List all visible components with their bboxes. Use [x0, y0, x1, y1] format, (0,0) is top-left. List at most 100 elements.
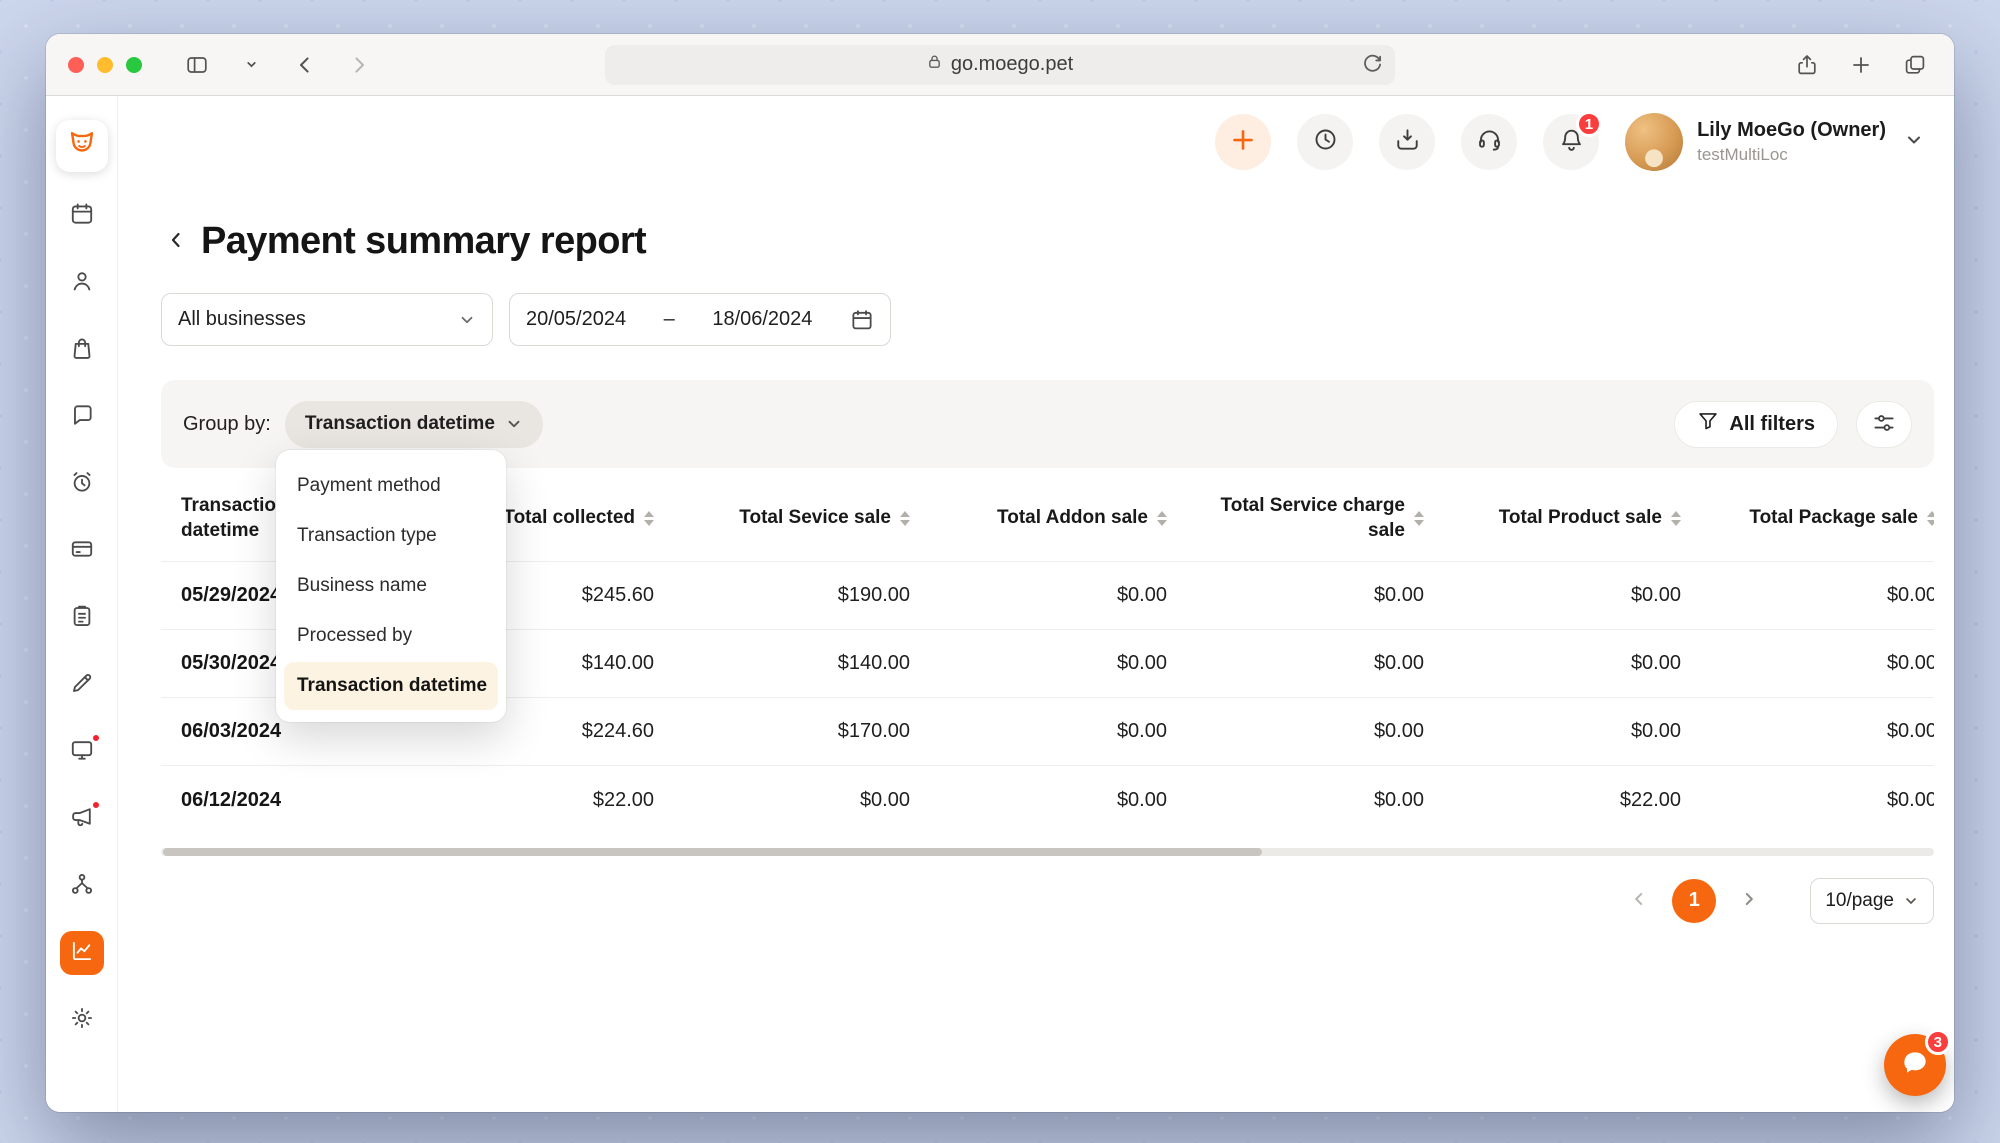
sidebar-item-clients[interactable]	[60, 261, 104, 305]
moego-logo[interactable]	[56, 120, 108, 172]
monitor-icon	[69, 737, 95, 768]
notifications-button[interactable]: 1	[1543, 114, 1599, 170]
column-header[interactable]: Total Addon sale	[910, 468, 1167, 562]
new-tab-button[interactable]	[1844, 48, 1878, 82]
sidebar-item-megaphone[interactable]	[60, 797, 104, 841]
lock-icon	[927, 53, 942, 76]
sidebar-item-card[interactable]	[60, 529, 104, 573]
back-button[interactable]	[288, 48, 322, 82]
sort-icon[interactable]	[1927, 511, 1934, 526]
cell-amount: $0.00	[910, 630, 1167, 698]
app-main: 1 Lily MoeGo (Owner) testMultiLoc	[118, 96, 1954, 1112]
chat-bubble-icon	[1899, 1047, 1931, 1084]
back-to-reports-button[interactable]	[161, 225, 191, 259]
date-from: 20/05/2024	[526, 308, 626, 331]
pen-icon	[69, 670, 95, 701]
column-header[interactable]: Total Sevice sale	[654, 468, 910, 562]
group-by-option[interactable]: Business name	[284, 562, 498, 610]
app-shell: 1 Lily MoeGo (Owner) testMultiLoc	[46, 96, 1954, 1112]
sidebar-item-chat[interactable]	[60, 395, 104, 439]
tab-group-chevron-button[interactable]	[234, 48, 268, 82]
column-settings-button[interactable]	[1856, 401, 1912, 448]
business-filter-select[interactable]: All businesses	[161, 293, 493, 346]
sidebar-item-monitor[interactable]	[60, 730, 104, 774]
sort-icon[interactable]	[644, 511, 654, 526]
all-filters-button[interactable]: All filters	[1674, 401, 1838, 448]
page-content: Payment summary report All businesses 20…	[118, 188, 1954, 1112]
group-by-option[interactable]: Payment method	[284, 462, 498, 510]
close-window-button[interactable]	[68, 57, 84, 73]
user-menu[interactable]: Lily MoeGo (Owner) testMultiLoc	[1625, 113, 1924, 171]
cell-amount: $140.00	[654, 630, 910, 698]
group-by-option[interactable]: Transaction type	[284, 512, 498, 560]
horizontal-scrollbar[interactable]	[161, 848, 1934, 856]
cell-amount: $0.00	[1424, 562, 1681, 630]
sidebar-item-clipboard[interactable]	[60, 596, 104, 640]
messenger-launcher-button[interactable]: 3	[1884, 1034, 1946, 1096]
support-button[interactable]	[1461, 114, 1517, 170]
sidebar-item-calendar[interactable]	[60, 194, 104, 238]
history-button[interactable]	[1297, 114, 1353, 170]
card-icon	[69, 536, 95, 567]
toolbar-left	[68, 48, 605, 82]
all-filters-label: All filters	[1729, 413, 1815, 436]
title-row: Payment summary report	[161, 220, 1934, 263]
clipboard-icon	[69, 603, 95, 634]
sidebar-item-bag[interactable]	[60, 328, 104, 372]
forward-button[interactable]	[342, 48, 376, 82]
zoom-window-button[interactable]	[126, 57, 142, 73]
table-row[interactable]: 06/12/2024$22.00$0.00$0.00$0.00$22.00$0.…	[161, 766, 1934, 834]
date-range-picker[interactable]: 20/05/2024 – 18/06/2024	[509, 293, 891, 346]
sidebar-item-chart[interactable]	[60, 931, 104, 975]
previous-page-button[interactable]	[1624, 886, 1654, 916]
cell-amount: $0.00	[1167, 630, 1424, 698]
notification-badge: 1	[1576, 111, 1602, 137]
scrollbar-thumb[interactable]	[163, 848, 1262, 856]
chevron-left-icon	[1630, 890, 1648, 911]
group-by-select[interactable]: Transaction datetime	[285, 401, 543, 448]
cell-amount: $22.00	[1424, 766, 1681, 834]
chevron-down-icon	[1904, 130, 1924, 155]
sidebar-item-alarm[interactable]	[60, 462, 104, 506]
sidebar-toggle-button[interactable]	[180, 48, 214, 82]
traffic-lights	[68, 57, 142, 73]
column-header[interactable]: Total Product sale	[1424, 468, 1681, 562]
reload-icon[interactable]	[1360, 52, 1385, 83]
chevron-down-icon	[245, 58, 258, 71]
group-by-option[interactable]: Transaction datetime	[284, 662, 498, 710]
next-page-button[interactable]	[1734, 886, 1764, 916]
sort-icon[interactable]	[1414, 511, 1424, 526]
sidebar-item-network[interactable]	[60, 864, 104, 908]
calendar-icon	[850, 308, 874, 332]
app-header: 1 Lily MoeGo (Owner) testMultiLoc	[118, 96, 1954, 188]
inbox-button[interactable]	[1379, 114, 1435, 170]
sort-icon[interactable]	[1671, 511, 1681, 526]
group-by-menu: Payment methodTransaction typeBusiness n…	[276, 450, 506, 722]
cell-amount: $0.00	[1167, 562, 1424, 630]
minimize-window-button[interactable]	[97, 57, 113, 73]
page-size-select[interactable]: 10/page	[1810, 878, 1934, 924]
sidebar-item-pen[interactable]	[60, 663, 104, 707]
browser-toolbar: go.moego.pet	[46, 34, 1954, 96]
share-button[interactable]	[1790, 48, 1824, 82]
megaphone-icon	[69, 804, 95, 835]
cell-amount: $0.00	[654, 766, 910, 834]
clock-icon	[1312, 126, 1339, 158]
column-header[interactable]: Total Package sale	[1681, 468, 1934, 562]
user-name: Lily MoeGo (Owner)	[1697, 119, 1886, 142]
column-header[interactable]: Total Service charge sale	[1167, 468, 1424, 562]
sort-icon[interactable]	[900, 511, 910, 526]
network-icon	[69, 871, 95, 902]
column-header-label: Total Product sale	[1499, 506, 1662, 531]
group-by-option[interactable]: Processed by	[284, 612, 498, 660]
create-new-button[interactable]	[1215, 114, 1271, 170]
url-bar[interactable]: go.moego.pet	[605, 45, 1395, 85]
user-meta: Lily MoeGo (Owner) testMultiLoc	[1697, 119, 1886, 165]
current-page-button[interactable]: 1	[1672, 879, 1716, 923]
sidebar-item-gear[interactable]	[60, 998, 104, 1042]
sort-icon[interactable]	[1157, 511, 1167, 526]
tab-overview-button[interactable]	[1898, 48, 1932, 82]
cell-amount: $0.00	[910, 562, 1167, 630]
cell-amount: $0.00	[1424, 698, 1681, 766]
chevron-right-icon	[347, 53, 371, 77]
